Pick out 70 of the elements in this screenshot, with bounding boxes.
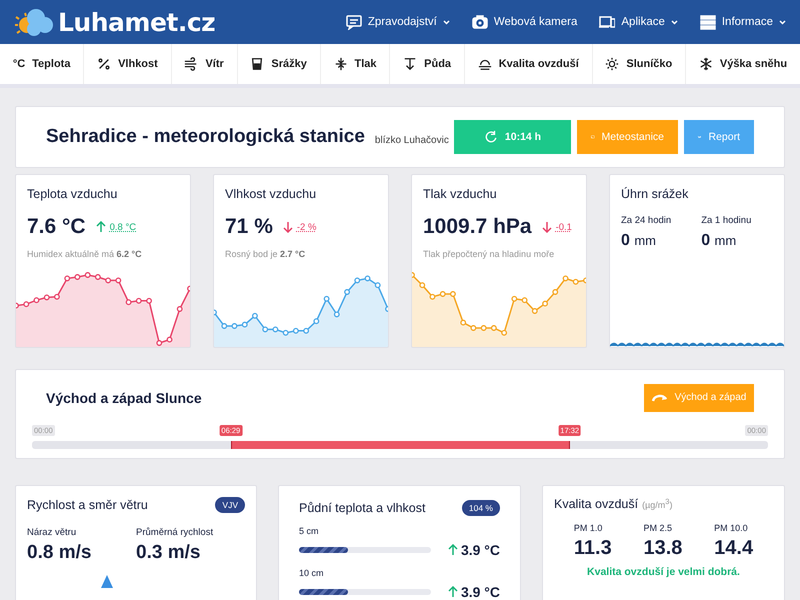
station-title: Sehradice - meteorologická stanice xyxy=(46,126,365,148)
soil-temperature: 3.9 °C xyxy=(460,584,500,600)
soil-temperature: 3.9 °C xyxy=(460,542,500,558)
pollutant-label: PM 10.0 xyxy=(714,523,749,533)
snowflake-icon xyxy=(698,57,713,71)
menu-item[interactable]: Zpravodajství xyxy=(346,14,450,30)
camera-icon xyxy=(472,14,488,30)
station-location: blízko Luhačovic xyxy=(374,134,449,146)
list-icon xyxy=(700,14,716,30)
tab-label: Tlak xyxy=(354,58,377,70)
wind-speed: 0.3 m/s xyxy=(136,542,202,564)
pollutant-label: PM 2.5 xyxy=(643,523,673,533)
pollutant-value: 14.4 xyxy=(714,537,754,560)
card-title: Tlak vzduchu xyxy=(423,187,498,201)
fog-icon xyxy=(478,57,492,71)
tab-label: Půda xyxy=(424,58,452,70)
wind-icon xyxy=(184,57,198,71)
depth-label: 10 cm xyxy=(299,568,325,578)
card-title: Půdní teplota a vlhkost xyxy=(299,501,426,515)
unit-label: (µg/m$^{3}$) xyxy=(642,500,672,510)
card-title: Teplota vzduchu xyxy=(27,187,118,201)
pollutant-value: 13.8 xyxy=(643,537,682,560)
card-title: Východ a západ Slunce xyxy=(46,390,202,406)
tab-label: Srážky xyxy=(271,58,307,70)
percent-icon xyxy=(97,57,112,71)
value-label: Náraz větru xyxy=(27,527,78,538)
card-title: Kvalita ovzduší xyxy=(554,497,638,511)
card-title: Rychlost a směr větru xyxy=(27,498,148,512)
menu-item[interactable]: Aplikace xyxy=(599,14,678,30)
measurement-value: 7.6 °C xyxy=(27,215,86,239)
tab-label: Sluníčko xyxy=(626,58,672,70)
pressure-icon xyxy=(334,57,348,71)
card-note: Tlak přepočtený na hladinu moře xyxy=(423,249,556,259)
card-title: Vlhkost vzduchu xyxy=(225,187,318,201)
change-value: -2 % xyxy=(296,222,316,232)
wind-speed: 0.8 m/s xyxy=(27,542,92,564)
value-label: Průměrná rychlost xyxy=(136,527,214,538)
site-logo[interactable]: Luhamet.cz xyxy=(58,8,216,36)
measurement-value: 71 % xyxy=(225,215,273,239)
unit-symbol: °C xyxy=(12,58,26,70)
card-note: Rosný bod je 2.7 °C xyxy=(225,249,306,259)
change-value: 0.8 °C xyxy=(110,222,136,232)
air-quality-verdict: Kvalita ovzduší je velmi dobrá. xyxy=(586,566,741,578)
tab-label: Kvalita ovzduší xyxy=(498,58,579,70)
direction-badge: VJV xyxy=(215,497,245,513)
pollutant-value: 11.3 xyxy=(574,537,612,560)
change-value: -0.1 xyxy=(556,222,572,232)
speech-bubble-icon xyxy=(346,14,362,30)
tab-label: Výška sněhu xyxy=(720,58,788,70)
refresh-icon xyxy=(484,130,498,144)
curved-arrow-icon xyxy=(652,392,668,402)
devices-icon xyxy=(599,14,616,30)
down-arrow-icon xyxy=(403,57,418,71)
precipitation-value: 0 mm xyxy=(701,232,738,250)
depth-label: 5 cm xyxy=(299,526,320,536)
tab-label: Vlhkost xyxy=(118,58,158,70)
measurement-value: 1009.7 hPa xyxy=(423,215,532,239)
card-note: Humidex aktuálně má 6.2 °C xyxy=(27,249,143,259)
value-label: Za 24 hodin xyxy=(621,215,672,226)
tab-label: Teplota xyxy=(32,58,70,70)
bucket-icon xyxy=(250,57,264,71)
pollutant-label: PM 1.0 xyxy=(574,523,604,533)
menu-item[interactable]: Webová kamera xyxy=(472,14,578,30)
precipitation-value: 0 mm xyxy=(621,232,658,250)
tab-label: Vítr xyxy=(205,58,224,70)
sun-icon xyxy=(605,57,620,71)
card-title: Úhrn srážek xyxy=(621,187,690,201)
menu-item[interactable]: Informace xyxy=(700,14,786,30)
moisture-badge: 104 % xyxy=(462,500,500,516)
value-label: Za 1 hodinu xyxy=(701,215,752,226)
